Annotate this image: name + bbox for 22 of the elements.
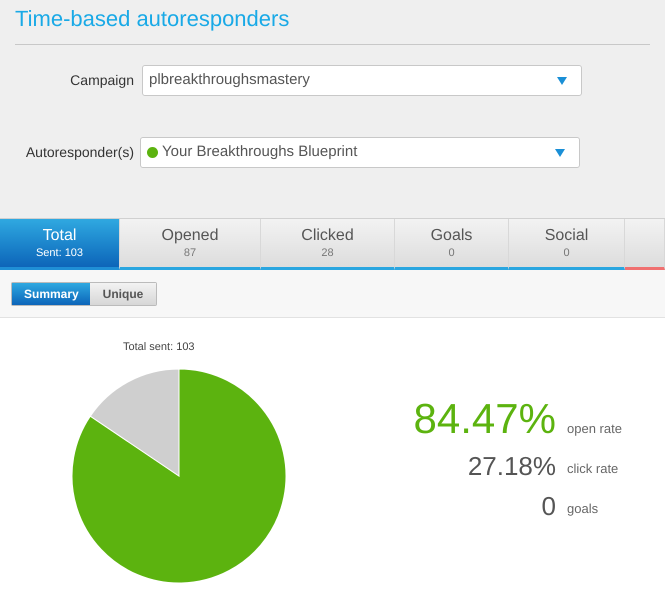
caret-icon	[555, 148, 565, 156]
tab[interactable]: Total Sent: 103	[0, 219, 120, 270]
tab[interactable]: Opened 87	[120, 219, 261, 270]
field-label: Autoresponder(s)	[24, 143, 135, 162]
stat-value: 27.18%	[466, 450, 556, 482]
stat-value: 0	[540, 490, 556, 522]
chart-title: Total sent: 103	[123, 340, 195, 355]
tab[interactable]	[625, 219, 665, 270]
stat-label: goals	[567, 500, 598, 518]
page-title: Time-based autoresponders	[15, 5, 290, 33]
toggle-button[interactable]: Summary	[12, 282, 90, 304]
tab[interactable]: Clicked 28	[261, 219, 395, 270]
dropdown[interactable]: Your Breakthroughs Blueprint	[140, 137, 580, 168]
tab[interactable]: Social 0	[509, 219, 625, 270]
field-label: Campaign	[69, 71, 135, 90]
stat-label: click rate	[567, 460, 618, 478]
toggle-button[interactable]: Unique	[90, 282, 156, 304]
dropdown[interactable]: plbreakthroughsmastery	[142, 65, 582, 96]
tab[interactable]: Goals 0	[395, 219, 509, 270]
stat-label: open rate	[567, 420, 622, 438]
stat-value: 84.47%	[412, 396, 556, 442]
caret-icon	[557, 76, 567, 84]
